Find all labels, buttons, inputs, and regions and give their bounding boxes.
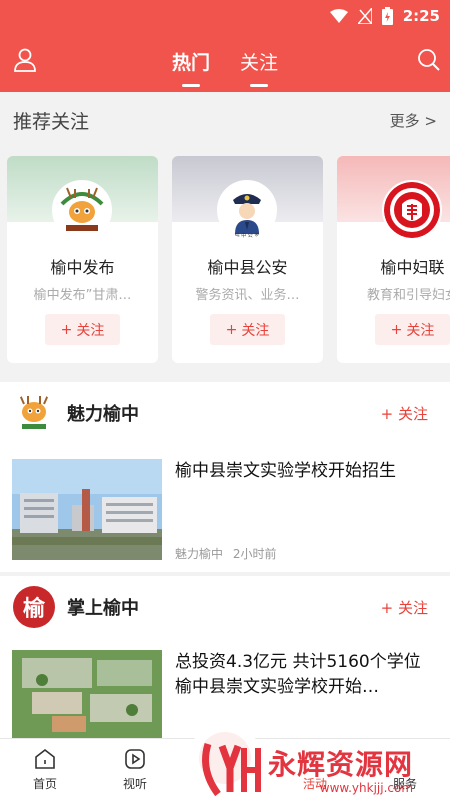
search-icon[interactable]	[416, 47, 442, 73]
recommend-title: 推荐关注	[13, 110, 90, 133]
article-time: 2小时前	[232, 547, 277, 561]
source-logo-char: 榆	[22, 596, 45, 622]
avatar	[52, 180, 112, 240]
article-source: 魅力榆中	[175, 547, 224, 561]
wifi-icon	[329, 9, 348, 23]
article-thumbnail	[12, 650, 162, 751]
card-desc: 教育和引导妇女	[366, 288, 450, 303]
watermark: 永辉资源网 www.yhkjjj.com	[198, 738, 450, 800]
card-name: 榆中妇联	[380, 258, 445, 277]
more-link[interactable]: 更多 >	[390, 110, 437, 131]
card-desc: 榆中发布”甘肃…	[33, 288, 132, 303]
follow-button[interactable]: + 关注	[210, 314, 285, 345]
source-name[interactable]: 掌上榆中	[67, 594, 139, 620]
deer-mascot-icon	[54, 182, 110, 238]
follow-button[interactable]: + 关注	[381, 597, 428, 618]
plus-icon: +	[225, 321, 238, 338]
source-name[interactable]: 魅力榆中	[67, 400, 139, 426]
follow-button[interactable]: + 关注	[45, 314, 120, 345]
police-mascot-icon: 榆 中 公 安	[219, 182, 275, 238]
svg-text:榆 中 公 安: 榆 中 公 安	[235, 232, 260, 238]
follow-label: 关注	[76, 322, 105, 339]
article-meta: 魅力榆中 2小时前	[175, 545, 276, 562]
feed-item[interactable]: 榆 掌上榆中 + 关注 总投资4.3亿元 共计5160个学位 榆中县崇文实验学校…	[0, 576, 450, 751]
status-time: 2:25	[402, 7, 440, 25]
card-name: 榆中县公安	[207, 258, 288, 277]
follow-label: 关注	[406, 322, 435, 339]
card-desc: 警务资讯、业务…	[195, 288, 300, 303]
article-thumbnail	[12, 459, 162, 560]
tab-follow[interactable]: 关注	[236, 48, 282, 75]
recommend-header: 推荐关注 更多 >	[0, 92, 450, 148]
avatar: 榆 中 公 安	[217, 180, 277, 240]
feed-item[interactable]: 魅力榆中 + 关注 榆中县崇文实验学校开始招生 魅力榆中 2小时前	[0, 382, 450, 572]
home-icon	[35, 748, 55, 769]
source-logo	[13, 392, 55, 434]
recommend-card[interactable]: 榆 中 公 安 榆中县公安 警务资讯、业务… + 关注	[172, 156, 323, 363]
womens-federation-icon	[384, 182, 440, 238]
avatar	[382, 180, 442, 240]
status-bar: 2:25	[329, 4, 440, 28]
nav-label: 视听	[122, 777, 147, 791]
nav-label: 首页	[32, 777, 57, 791]
recommend-card[interactable]: 榆中妇联 教育和引导妇女 + 关注	[337, 156, 450, 363]
article[interactable]: 榆中县崇文实验学校开始招生 魅力榆中 2小时前	[0, 459, 450, 572]
battery-icon	[381, 7, 393, 25]
follow-button[interactable]: + 关注	[375, 314, 450, 345]
watermark-url: www.yhkjjj.com	[319, 781, 414, 795]
card-name: 榆中发布	[50, 258, 115, 277]
signal-icon	[357, 8, 372, 24]
recommend-card[interactable]: 榆中发布 榆中发布”甘肃… + 关注	[7, 156, 158, 363]
follow-label: 关注	[241, 322, 270, 339]
nav-home[interactable]: 首页	[10, 747, 80, 792]
watermark-logo-icon	[202, 742, 261, 797]
watermark-text: 永辉资源网	[268, 748, 414, 781]
plus-icon: +	[390, 321, 403, 338]
feed-source-row: 榆 掌上榆中 + 关注	[0, 576, 450, 638]
play-icon	[125, 749, 145, 769]
nav-video[interactable]: 视听	[100, 747, 170, 792]
feed-source-row: 魅力榆中 + 关注	[0, 382, 450, 444]
plus-icon: +	[60, 321, 73, 338]
follow-button[interactable]: + 关注	[381, 403, 428, 424]
follow-label: 关注	[397, 598, 428, 617]
header-tabs: 热门 关注	[0, 48, 450, 75]
app-header: 2:25 热门 关注	[0, 0, 450, 92]
follow-label: 关注	[397, 404, 428, 423]
tab-hot[interactable]: 热门	[168, 48, 214, 75]
source-logo: 榆	[13, 586, 55, 628]
deer-mascot-icon	[19, 394, 49, 429]
recommend-cards: 榆中发布 榆中发布”甘肃… + 关注 榆 中 公 安 榆中县公安 警务资讯、业务…	[7, 156, 450, 364]
